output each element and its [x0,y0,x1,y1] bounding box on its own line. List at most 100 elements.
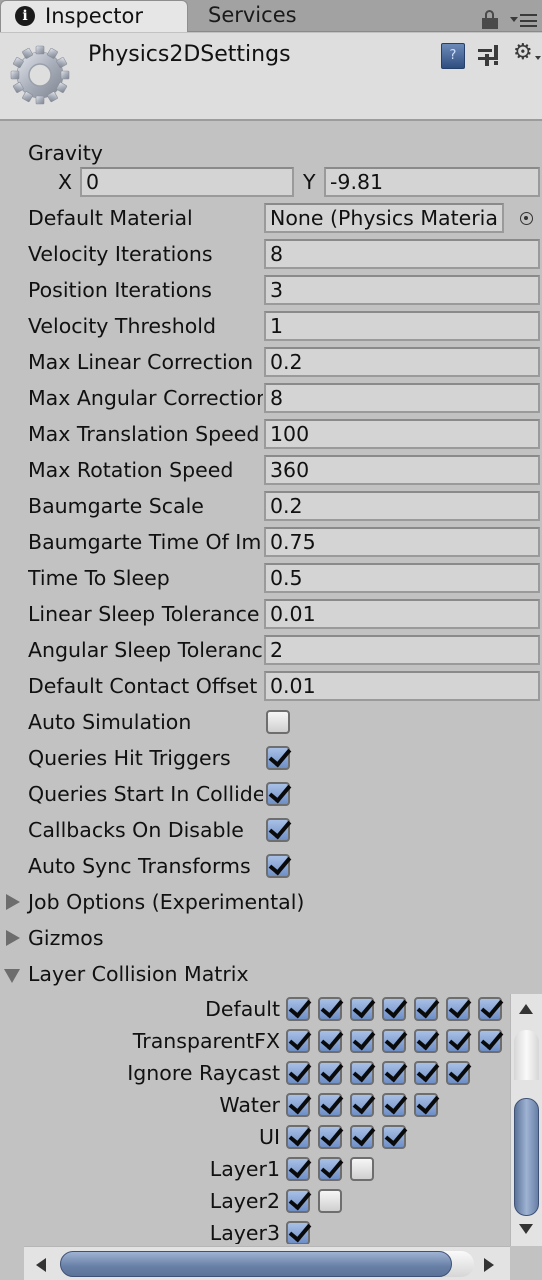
foldout-job-options[interactable]: Job Options (Experimental) [0,884,542,920]
matrix-checkbox[interactable] [478,1029,502,1053]
matrix-checkbox[interactable] [382,997,406,1021]
vertical-scroll-thumb[interactable] [514,1098,539,1216]
matrix-checkbox[interactable] [286,1221,310,1244]
queries-hit-triggers-checkbox[interactable] [266,746,290,770]
info-icon: i [15,6,35,26]
matrix-checkbox[interactable] [286,1157,310,1181]
gravity-y-field[interactable]: -9.81 [324,167,540,197]
matrix-checkbox[interactable] [414,1061,438,1085]
matrix-checkbox[interactable] [318,1093,342,1117]
matrix-row-label: Default [205,997,280,1021]
gravity-label: Gravity [28,141,103,165]
matrix-checkbox[interactable] [286,1093,310,1117]
field-row: Time To Sleep 0.5 [0,560,542,596]
scroll-left-arrow-icon[interactable] [36,1258,46,1272]
tab-services[interactable]: Services [208,0,297,32]
matrix-checkbox[interactable] [382,1061,406,1085]
field-label: Time To Sleep [28,566,170,590]
matrix-checkbox[interactable] [350,1061,374,1085]
matrix-checkbox[interactable] [318,1029,342,1053]
default-material-field[interactable]: None (Physics Materia [264,203,504,233]
default-contact-offset-field[interactable]: 0.01 [264,671,540,701]
presets-icon[interactable] [478,45,500,67]
matrix-checkbox[interactable] [286,1029,310,1053]
field-row: Velocity Iterations 8 [0,236,542,272]
scroll-track[interactable] [514,1030,539,1080]
matrix-row-label: TransparentFX [132,1029,280,1053]
matrix-checkbox[interactable] [350,1157,374,1181]
matrix-checkbox[interactable] [318,1125,342,1149]
matrix-checkbox[interactable] [414,1029,438,1053]
matrix-checkbox[interactable] [286,1061,310,1085]
matrix-checkbox[interactable] [414,1093,438,1117]
baumgarte-toi-scale-field[interactable]: 0.75 [264,527,540,557]
time-to-sleep-field[interactable]: 0.5 [264,563,540,593]
matrix-row-label: Ignore Raycast [127,1061,280,1085]
toggle-row: Queries Hit Triggers [0,740,542,776]
foldout-gizmos[interactable]: Gizmos [0,920,542,956]
matrix-checkbox[interactable] [318,1157,342,1181]
scroll-right-arrow-icon[interactable] [484,1258,494,1272]
matrix-row: UI [0,1122,510,1154]
horizontal-scrollbar[interactable] [24,1246,510,1280]
position-iterations-field[interactable]: 3 [264,275,540,305]
matrix-checkbox[interactable] [350,1093,374,1117]
foldout-layer-collision-matrix[interactable]: Layer Collision Matrix [0,956,542,992]
matrix-checkbox[interactable] [446,1029,470,1053]
max-translation-speed-field[interactable]: 100 [264,419,540,449]
field-row: Position Iterations 3 [0,272,542,308]
matrix-checkbox[interactable] [350,1125,374,1149]
matrix-checkbox[interactable] [286,997,310,1021]
matrix-checkbox[interactable] [286,1125,310,1149]
auto-simulation-checkbox[interactable] [266,710,290,734]
gravity-x-field[interactable]: 0 [80,167,294,197]
matrix-checkbox[interactable] [350,1029,374,1053]
max-angular-correction-field[interactable]: 8 [264,383,540,413]
field-row: Max Rotation Speed 360 [0,452,542,488]
object-title: Physics2DSettings [88,42,291,67]
matrix-checkbox[interactable] [318,1189,342,1213]
field-row: Baumgarte Scale 0.2 [0,488,542,524]
field-label: Max Angular Correction [28,386,263,410]
settings-gear-icon[interactable]: ⚙ [513,42,541,64]
horizontal-scroll-thumb[interactable] [60,1251,452,1277]
vertical-scrollbar[interactable] [510,994,542,1246]
max-rotation-speed-field[interactable]: 360 [264,455,540,485]
matrix-checkbox[interactable] [318,1061,342,1085]
matrix-checkbox[interactable] [318,997,342,1021]
matrix-checkbox[interactable] [382,1093,406,1117]
field-label: Max Translation Speed [28,422,260,446]
matrix-checkbox[interactable] [286,1189,310,1213]
matrix-row: TransparentFX [0,1026,510,1058]
matrix-row-label: Layer1 [209,1157,280,1181]
gravity-x-label: X [58,170,73,194]
tab-inspector[interactable]: i Inspector [0,0,188,32]
default-material-label: Default Material [28,206,193,230]
linear-sleep-tolerance-field[interactable]: 0.01 [264,599,540,629]
angular-sleep-tolerance-field[interactable]: 2 [264,635,540,665]
help-book-icon[interactable]: ? [441,43,465,69]
matrix-checkbox[interactable] [382,1029,406,1053]
field-label: Baumgarte Scale [28,494,204,518]
callbacks-on-disable-checkbox[interactable] [266,818,290,842]
max-linear-correction-field[interactable]: 0.2 [264,347,540,377]
lock-icon[interactable] [482,10,498,29]
auto-sync-transforms-checkbox[interactable] [266,854,290,878]
panel-menu-icon[interactable] [510,12,540,28]
scroll-up-arrow-icon[interactable] [519,1004,533,1014]
matrix-checkbox[interactable] [350,997,374,1021]
velocity-threshold-field[interactable]: 1 [264,311,540,341]
matrix-checkbox[interactable] [414,997,438,1021]
matrix-checkbox[interactable] [382,1125,406,1149]
tab-services-label: Services [208,3,297,27]
matrix-checkbox[interactable] [446,997,470,1021]
matrix-checkbox[interactable] [446,1061,470,1085]
scroll-down-arrow-icon[interactable] [519,1224,533,1234]
object-picker-icon[interactable] [520,212,533,225]
matrix-checkbox[interactable] [478,997,502,1021]
matrix-row: Layer2 [0,1186,510,1218]
baumgarte-scale-field[interactable]: 0.2 [264,491,540,521]
velocity-iterations-field[interactable]: 8 [264,239,540,269]
queries-start-in-colliders-checkbox[interactable] [266,782,290,806]
field-row: Baumgarte Time Of Impact Scale 0.75 [0,524,542,560]
